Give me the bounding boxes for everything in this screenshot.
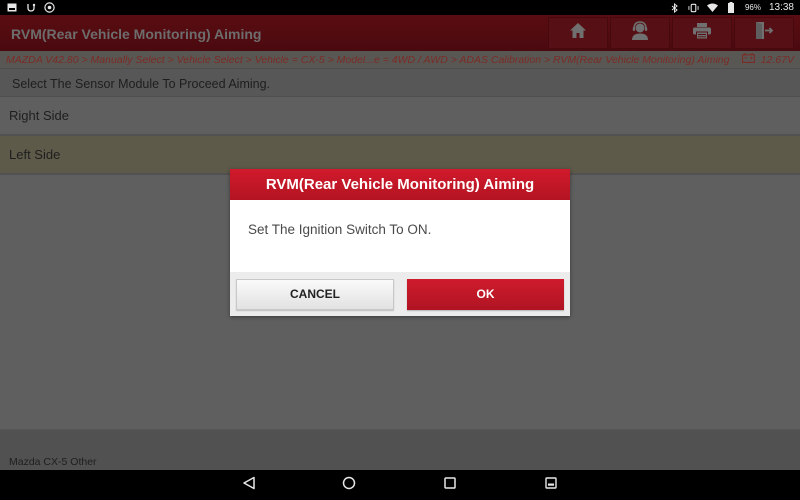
breadcrumb: MAZDA V42.80 > Manually Select > Vehicle… xyxy=(0,51,800,69)
list-item-label: Right Side xyxy=(9,108,69,123)
header-toolbar xyxy=(548,17,794,49)
wifi-icon xyxy=(706,2,718,13)
status-right: 96% 13:38 xyxy=(669,2,794,13)
dialog-message: Set The Ignition Switch To ON. xyxy=(248,222,432,237)
list-item-right-side[interactable]: Right Side xyxy=(0,97,800,136)
battery-voltage: 12.67V xyxy=(741,53,794,66)
ignition-dialog: RVM(Rear Vehicle Monitoring) Aiming Set … xyxy=(230,169,570,316)
back-icon xyxy=(242,476,256,495)
exit-door-icon xyxy=(754,21,774,45)
app-header: RVM(Rear Vehicle Monitoring) Aiming xyxy=(0,15,800,51)
clock: 13:38 xyxy=(768,2,794,13)
recents-button[interactable] xyxy=(442,477,458,493)
screen: 96% 13:38 RVM(Rear Vehicle Monitoring) A… xyxy=(0,0,800,500)
navigation-bar xyxy=(0,470,800,500)
launch-app-icon xyxy=(44,2,55,13)
exit-button[interactable] xyxy=(734,17,794,49)
headset-user-icon xyxy=(630,21,650,45)
page-title: RVM(Rear Vehicle Monitoring) Aiming xyxy=(11,26,262,42)
home-icon xyxy=(569,22,587,44)
dialog-footer: CANCEL OK xyxy=(230,272,570,316)
recents-icon xyxy=(444,476,456,494)
home-nav-button[interactable] xyxy=(341,476,357,495)
footer: Mazda CX-5 Other xyxy=(0,429,800,470)
car-battery-icon xyxy=(741,53,755,66)
dialog-title: RVM(Rear Vehicle Monitoring) Aiming xyxy=(230,169,570,200)
printer-icon xyxy=(692,22,712,45)
instruction-text: Select The Sensor Module To Proceed Aimi… xyxy=(0,69,800,97)
voltage-value: 12.67V xyxy=(760,53,794,66)
vehicle-info: Mazda CX-5 Other xyxy=(9,456,97,468)
status-bar: 96% 13:38 xyxy=(0,0,800,15)
usb-debug-icon xyxy=(25,2,36,13)
back-button[interactable] xyxy=(241,476,257,495)
bluetooth-icon xyxy=(669,2,680,13)
battery-percent: 96% xyxy=(744,3,761,12)
customer-service-button[interactable] xyxy=(610,17,670,49)
status-left xyxy=(6,2,55,13)
ok-button[interactable]: OK xyxy=(407,278,564,310)
home-button[interactable] xyxy=(548,17,608,49)
list-item-label: Left Side xyxy=(9,147,61,162)
screenshot-icon xyxy=(545,476,557,494)
gallery-notification-icon xyxy=(6,2,17,13)
battery-icon xyxy=(726,2,737,13)
breadcrumb-path: MAZDA V42.80 > Manually Select > Vehicle… xyxy=(6,53,730,66)
print-button[interactable] xyxy=(672,17,732,49)
cancel-button[interactable]: CANCEL xyxy=(236,278,394,310)
home-circle-icon xyxy=(342,476,356,495)
vibrate-icon xyxy=(688,2,699,13)
screenshot-button[interactable] xyxy=(543,477,559,493)
